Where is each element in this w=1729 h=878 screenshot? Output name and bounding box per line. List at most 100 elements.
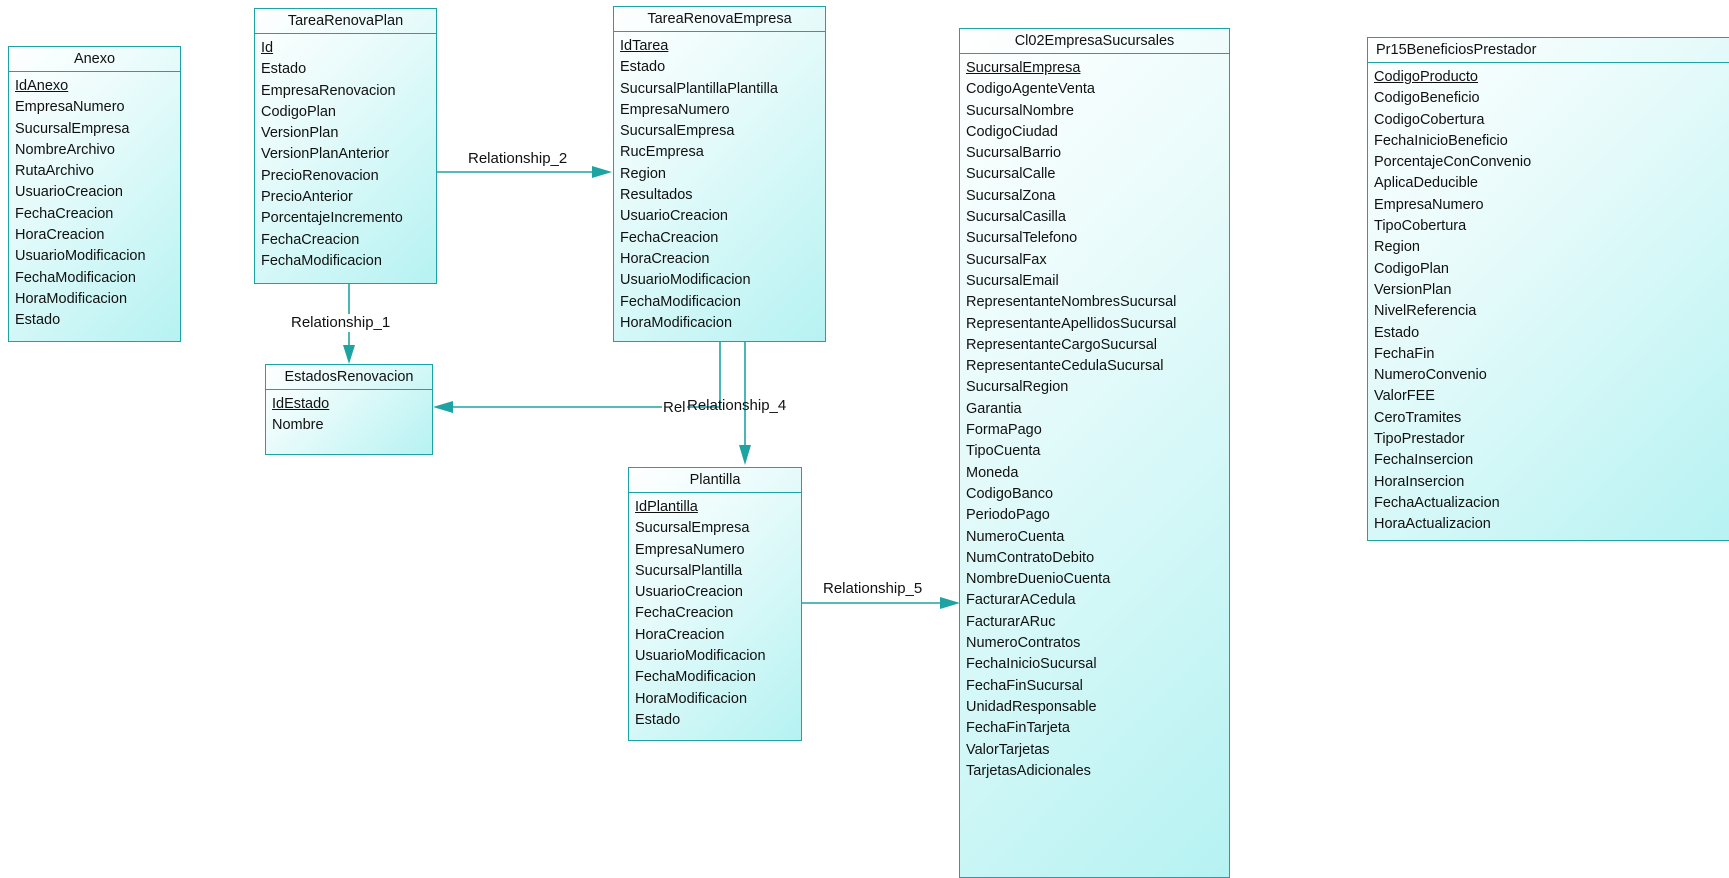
relationship-2-label: Relationship_2	[467, 150, 569, 168]
attribute: FechaInicioBeneficio	[1374, 132, 1508, 149]
attribute-primary-key: IdAnexo	[15, 78, 69, 94]
attribute: SucursalTelefono	[966, 230, 1078, 247]
attribute: HoraModificacion	[620, 314, 733, 331]
attribute: UsuarioModificacion	[15, 248, 146, 265]
attribute: SucursalEmail	[966, 272, 1059, 289]
attribute: CeroTramites	[1374, 409, 1462, 426]
entity-plantilla-title: Plantilla	[629, 468, 801, 493]
entity-tarea-renova-empresa[interactable]: TareaRenovaEmpresa IdTarea Estado Sucurs…	[613, 6, 826, 342]
attribute: NumeroCuenta	[966, 528, 1065, 545]
attribute: CodigoPlan	[1374, 260, 1449, 277]
attribute: TipoCobertura	[1374, 218, 1467, 235]
attribute: EmpresaNumero	[15, 99, 125, 116]
attribute: CodigoPlan	[261, 103, 336, 120]
attribute: EmpresaRenovacion	[261, 82, 396, 99]
attribute: FechaModificacion	[635, 669, 756, 686]
attribute: SucursalCalle	[966, 166, 1056, 183]
attribute: SucursalFax	[966, 251, 1047, 268]
attribute: Region	[620, 165, 666, 182]
attribute: Estado	[261, 61, 307, 78]
entity-pr15-beneficios-prestador[interactable]: Pr15BeneficiosPrestador CodigoProducto C…	[1367, 37, 1729, 541]
entity-tarea-renova-plan[interactable]: TareaRenovaPlan Id Estado EmpresaRenovac…	[254, 8, 437, 284]
attribute: CodigoAgenteVenta	[966, 81, 1095, 98]
attribute: NombreDuenioCuenta	[966, 571, 1111, 588]
entity-pr15-beneficios-prestador-attributes: CodigoProducto CodigoBeneficio CodigoCob…	[1368, 63, 1729, 536]
relationship-1-label: Relationship_1	[290, 314, 392, 332]
entity-cl02-empresa-sucursales[interactable]: Cl02EmpresaSucursales SucursalEmpresa Co…	[959, 28, 1230, 878]
attribute: FechaFin	[1374, 345, 1435, 362]
relationship-3-label: Rel	[662, 399, 687, 417]
attribute: HoraInsercion	[1374, 473, 1465, 490]
entity-estados-renovacion-attributes: IdEstado Nombre	[266, 390, 432, 437]
attribute: UsuarioModificacion	[635, 648, 766, 665]
attribute: SucursalCasilla	[966, 209, 1066, 226]
attribute: FechaInicioSucursal	[966, 656, 1097, 673]
attribute: FechaCreacion	[635, 605, 734, 622]
entity-plantilla-attributes: IdPlantilla SucursalEmpresa EmpresaNumer…	[629, 493, 801, 731]
relationship-4-arrowhead	[739, 445, 751, 465]
attribute-primary-key: Id	[261, 40, 274, 56]
attribute: TipoPrestador	[1374, 431, 1465, 448]
entity-tarea-renova-empresa-attributes: IdTarea Estado SucursalPlantillaPlantill…	[614, 32, 825, 334]
attribute: CodigoCiudad	[966, 123, 1058, 140]
attribute: FacturarACedula	[966, 592, 1076, 609]
attribute: EmpresaNumero	[620, 101, 730, 118]
attribute: FechaModificacion	[261, 252, 382, 269]
entity-anexo-title: Anexo	[9, 47, 180, 72]
attribute: RutaArchivo	[15, 163, 94, 180]
attribute: RepresentanteNombresSucursal	[966, 294, 1177, 311]
relationship-3-line[interactable]	[452, 342, 721, 408]
attribute: Moneda	[966, 464, 1019, 481]
attribute: UsuarioCreacion	[620, 208, 728, 225]
attribute: Estado	[635, 711, 681, 728]
attribute: FechaFinTarjeta	[966, 720, 1070, 737]
attribute: VersionPlan	[1374, 281, 1452, 298]
attribute: SucursalEmpresa	[15, 120, 130, 137]
attribute: UsuarioCreacion	[15, 184, 123, 201]
attribute: Estado	[620, 59, 666, 76]
attribute: Estado	[15, 312, 61, 329]
attribute-primary-key: SucursalEmpresa	[966, 60, 1081, 76]
entity-anexo[interactable]: Anexo IdAnexo EmpresaNumero SucursalEmpr…	[8, 46, 181, 342]
attribute: HoraModificacion	[15, 290, 128, 307]
entity-anexo-attributes: IdAnexo EmpresaNumero SucursalEmpresa No…	[9, 72, 180, 332]
attribute: FacturarARuc	[966, 613, 1056, 630]
attribute: HoraModificacion	[635, 690, 748, 707]
attribute: SucursalPlantillaPlantilla	[620, 80, 778, 97]
attribute: TipoCuenta	[966, 443, 1041, 460]
entity-pr15-beneficios-prestador-title: Pr15BeneficiosPrestador	[1368, 38, 1729, 63]
attribute: FechaModificacion	[620, 293, 741, 310]
attribute: NumeroConvenio	[1374, 367, 1487, 384]
attribute: Region	[1374, 239, 1420, 256]
attribute: Nombre	[272, 417, 324, 434]
attribute: PrecioRenovacion	[261, 167, 379, 184]
attribute: HoraCreacion	[620, 250, 710, 267]
attribute: FechaCreacion	[261, 231, 360, 248]
attribute: FechaModificacion	[15, 269, 136, 286]
attribute: PorcentajeConConvenio	[1374, 154, 1532, 171]
attribute-primary-key: IdTarea	[620, 38, 669, 54]
entity-estados-renovacion-title: EstadosRenovacion	[266, 365, 432, 390]
entity-tarea-renova-plan-title: TareaRenovaPlan	[255, 9, 436, 34]
entity-plantilla[interactable]: Plantilla IdPlantilla SucursalEmpresa Em…	[628, 467, 802, 741]
attribute: PorcentajeIncremento	[261, 210, 403, 227]
attribute: RepresentanteCedulaSucursal	[966, 358, 1164, 375]
attribute: CodigoBanco	[966, 485, 1054, 502]
attribute: PeriodoPago	[966, 507, 1050, 524]
attribute: HoraCreacion	[15, 227, 105, 244]
relationship-2-arrowhead	[592, 166, 612, 178]
entity-estados-renovacion[interactable]: EstadosRenovacion IdEstado Nombre	[265, 364, 433, 455]
attribute: PrecioAnterior	[261, 189, 353, 206]
relationship-5-label: Relationship_5	[822, 580, 924, 598]
attribute: UsuarioModificacion	[620, 272, 751, 289]
relationship-3-arrowhead	[433, 401, 453, 413]
attribute: UnidadResponsable	[966, 698, 1097, 715]
attribute: RepresentanteApellidosSucursal	[966, 315, 1177, 332]
entity-tarea-renova-empresa-title: TareaRenovaEmpresa	[614, 7, 825, 32]
attribute: FechaInsercion	[1374, 452, 1474, 469]
attribute: SucursalRegion	[966, 379, 1069, 396]
attribute: ValorTarjetas	[966, 741, 1050, 758]
attribute: SucursalNombre	[966, 102, 1074, 119]
attribute: RepresentanteCargoSucursal	[966, 336, 1158, 353]
attribute: FechaActualizacion	[1374, 494, 1500, 511]
